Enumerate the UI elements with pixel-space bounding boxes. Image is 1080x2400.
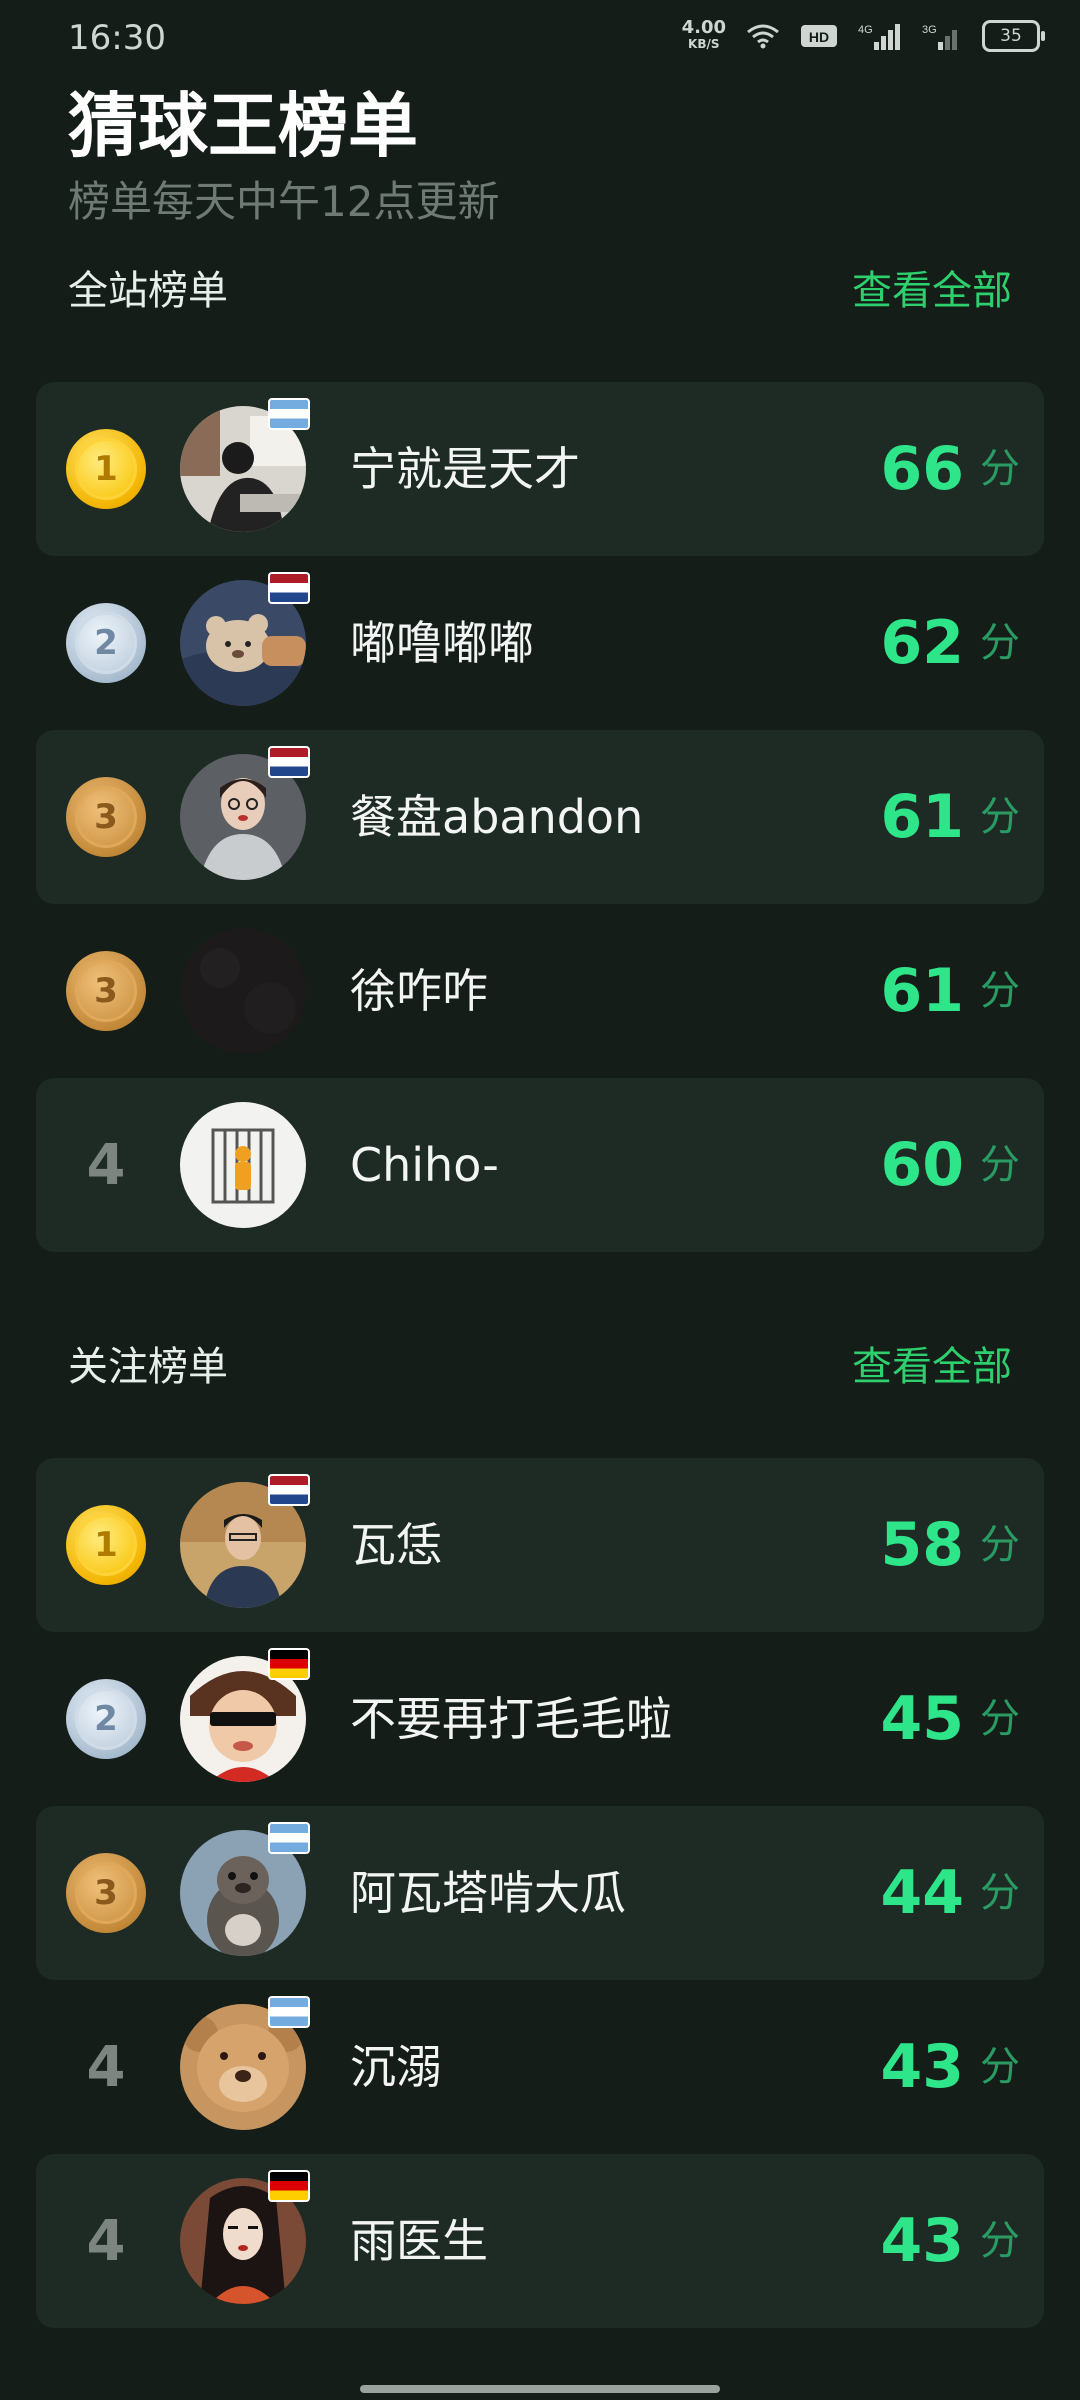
- score-unit: 分: [980, 1142, 1020, 1188]
- rank-number: 4: [86, 2208, 126, 2274]
- section-header-site: 全站榜单 查看全部: [0, 258, 1080, 318]
- svg-text:4G: 4G: [858, 24, 873, 36]
- score-unit: 分: [980, 620, 1020, 666]
- user-name: 餐盘abandon: [350, 790, 644, 844]
- user-name: 嘟噜嘟嘟: [350, 616, 534, 670]
- leaderboard-row[interactable]: 3 徐咋咋 61 分: [36, 904, 1044, 1078]
- score-unit: 分: [980, 2218, 1020, 2264]
- avatar[interactable]: [180, 928, 306, 1054]
- medal-rank: 1: [75, 1514, 137, 1576]
- leaderboard-row[interactable]: 4 沉溺 43 分: [36, 1980, 1044, 2154]
- user-name: Chiho-: [350, 1138, 499, 1192]
- medal-rank: 3: [75, 960, 137, 1022]
- page-title: 猜球王榜单: [68, 85, 418, 167]
- score-unit: 分: [980, 2044, 1020, 2090]
- score-unit: 分: [980, 794, 1020, 840]
- score-unit: 分: [980, 1870, 1020, 1916]
- status-icons: 4.00 KB/S HD 4G 3G 35: [681, 17, 1045, 52]
- status-bar: 16:30 4.00 KB/S HD 4G 3G 35: [0, 0, 1080, 80]
- net-speed: 4.00 KB/S: [681, 17, 726, 52]
- wifi-icon: [747, 24, 779, 49]
- hd-icon: HD: [801, 25, 837, 47]
- status-time: 16:30: [68, 18, 166, 58]
- user-name: 雨医生: [350, 2214, 488, 2268]
- user-name: 宁就是天才: [350, 442, 580, 496]
- leaderboard-row[interactable]: 2 嘟噜嘟嘟 62 分: [36, 556, 1044, 730]
- svg-text:3G: 3G: [922, 24, 937, 36]
- net-speed-value: 4.00: [681, 17, 726, 38]
- gold-medal-icon: 1: [66, 429, 146, 509]
- argentina-flag-icon: [268, 1996, 310, 2028]
- user-score: 43: [880, 2032, 965, 2102]
- page-subtitle: 榜单每天中午12点更新: [68, 177, 500, 226]
- site-leaderboard: 1 宁就是天才 66 分 2 嘟噜嘟嘟 62 分 3 餐盘abandon 61 …: [36, 382, 1044, 1252]
- section-title-following: 关注榜单: [68, 1344, 228, 1390]
- argentina-flag-icon: [268, 1822, 310, 1854]
- user-score: 62: [880, 608, 965, 678]
- leaderboard-row[interactable]: 4 雨医生 43 分: [36, 2154, 1044, 2328]
- battery-icon: 35: [982, 20, 1045, 52]
- svg-text:HD: HD: [809, 29, 829, 45]
- netherlands-flag-icon: [268, 572, 310, 604]
- leaderboard-row[interactable]: 1 瓦恁 58 分: [36, 1458, 1044, 1632]
- netherlands-flag-icon: [268, 1474, 310, 1506]
- user-name: 沉溺: [350, 2040, 442, 2094]
- home-indicator[interactable]: [360, 2385, 720, 2393]
- medal-rank: 3: [75, 786, 137, 848]
- user-score: 60: [880, 1130, 965, 1200]
- gold-medal-icon: 1: [66, 1505, 146, 1585]
- leaderboard-row[interactable]: 3 阿瓦塔啃大瓜 44 分: [36, 1806, 1044, 1980]
- bronze-medal-icon: 3: [66, 777, 146, 857]
- score-unit: 分: [980, 1522, 1020, 1568]
- view-all-following-link[interactable]: 查看全部: [852, 1334, 1012, 1392]
- silver-medal-icon: 2: [66, 1679, 146, 1759]
- user-score: 58: [880, 1510, 965, 1580]
- user-score: 43: [880, 2206, 965, 2276]
- rank-number: 4: [86, 2034, 126, 2100]
- score-unit: 分: [980, 1696, 1020, 1742]
- argentina-flag-icon: [268, 398, 310, 430]
- leaderboard-row[interactable]: 2 不要再打毛毛啦 45 分: [36, 1632, 1044, 1806]
- leaderboard-row[interactable]: 1 宁就是天才 66 分: [36, 382, 1044, 556]
- signal-4g-icon: 4G: [858, 24, 900, 50]
- bronze-medal-icon: 3: [66, 1853, 146, 1933]
- silver-medal-icon: 2: [66, 603, 146, 683]
- netherlands-flag-icon: [268, 746, 310, 778]
- score-unit: 分: [980, 968, 1020, 1014]
- medal-rank: 2: [75, 612, 137, 674]
- bronze-medal-icon: 3: [66, 951, 146, 1031]
- user-name: 徐咋咋: [350, 964, 488, 1018]
- user-score: 66: [880, 434, 965, 504]
- leaderboard-row[interactable]: 3 餐盘abandon 61 分: [36, 730, 1044, 904]
- user-name: 瓦恁: [350, 1518, 442, 1572]
- rank-number: 4: [86, 1132, 126, 1198]
- user-score: 61: [880, 956, 965, 1026]
- view-all-site-link[interactable]: 查看全部: [852, 258, 1012, 316]
- germany-flag-icon: [268, 2170, 310, 2202]
- section-title-site: 全站榜单: [68, 268, 228, 314]
- score-unit: 分: [980, 446, 1020, 492]
- user-name: 阿瓦塔啃大瓜: [350, 1866, 626, 1920]
- section-header-following: 关注榜单 查看全部: [0, 1334, 1080, 1394]
- medal-rank: 3: [75, 1862, 137, 1924]
- following-leaderboard: 1 瓦恁 58 分 2 不要再打毛毛啦 45 分 3 阿瓦塔啃大瓜 44 分 4…: [36, 1458, 1044, 2328]
- germany-flag-icon: [268, 1648, 310, 1680]
- net-speed-unit: KB/S: [688, 37, 720, 51]
- user-name: 不要再打毛毛啦: [350, 1692, 672, 1746]
- avatar[interactable]: [180, 1102, 306, 1228]
- user-score: 61: [880, 782, 965, 852]
- signal-3g-icon: 3G: [922, 24, 957, 50]
- medal-rank: 2: [75, 1688, 137, 1750]
- user-score: 45: [880, 1684, 965, 1754]
- leaderboard-row[interactable]: 4 Chiho- 60 分: [36, 1078, 1044, 1252]
- medal-rank: 1: [75, 438, 137, 500]
- user-score: 44: [880, 1858, 965, 1928]
